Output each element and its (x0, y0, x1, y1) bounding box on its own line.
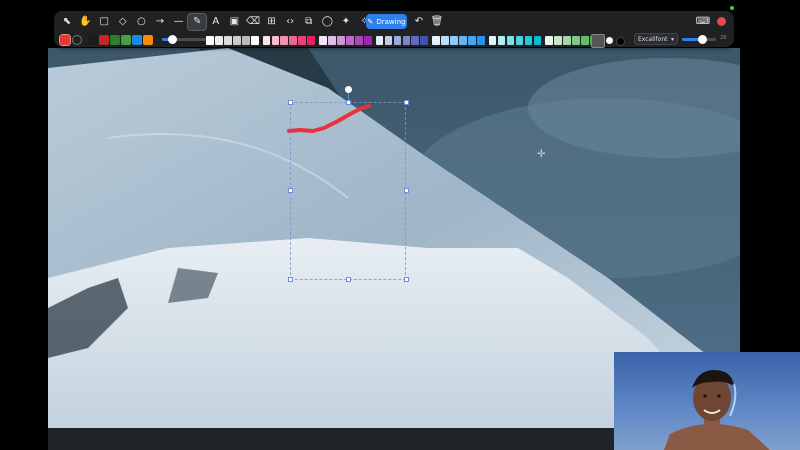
palette-swatch[interactable] (524, 36, 533, 45)
trash-icon[interactable]: 🗑 (428, 14, 446, 30)
chevron-down-icon: ▾ (670, 36, 674, 43)
quick-color-swatch[interactable] (59, 34, 71, 46)
palette-swatch[interactable] (214, 36, 223, 45)
tool-row: ⬉ ✋ □ ◇ ○ → — ✎ A ▣ ⌫ ⊞ ‹› ⧉ ◯ ✦ ✧ (58, 13, 374, 31)
person-on-webcam (664, 370, 770, 450)
palette-swatch[interactable] (354, 36, 363, 45)
drawing-mode-label: Drawing (376, 17, 406, 26)
palette-swatch[interactable] (554, 36, 562, 45)
palette-swatch[interactable] (497, 36, 506, 45)
palette-swatch[interactable] (459, 36, 467, 45)
code-icon[interactable]: ‹› (281, 14, 299, 30)
palette-swatch[interactable] (280, 36, 289, 45)
palette-swatch[interactable] (206, 36, 214, 45)
drawing-mode-button[interactable]: ✎ Drawing (366, 14, 407, 29)
shapes-icon[interactable]: ⧉ (300, 14, 318, 30)
grid-icon[interactable]: ⊞ (263, 14, 281, 30)
pen-icon[interactable]: ✎ (187, 13, 208, 31)
palette-swatch[interactable] (515, 36, 524, 45)
palette-swatch[interactable] (545, 36, 553, 45)
background-toggle[interactable] (591, 34, 605, 48)
palette-swatch[interactable] (572, 36, 580, 45)
palette-swatch[interactable] (402, 36, 411, 45)
palette-swatch[interactable] (432, 36, 440, 45)
undo-icon[interactable]: ↶ (410, 14, 428, 30)
black-color-button[interactable] (616, 37, 625, 46)
color-palette (206, 36, 602, 46)
drawing-toolbar: ⬉ ✋ □ ◇ ○ → — ✎ A ▣ ⌫ ⊞ ‹› ⧉ ◯ ✦ ✧ ✎ Drawing ↶ 🗑 ⌨ Excal… (54, 11, 734, 48)
palette-swatch[interactable] (250, 36, 259, 45)
palette-swatch[interactable] (232, 36, 241, 45)
font-size-value: 28 (720, 35, 727, 41)
hand-icon[interactable]: ✋ (77, 14, 95, 30)
font-family-select[interactable]: Excalifont ▾ (634, 33, 678, 45)
palette-swatch[interactable] (441, 36, 449, 45)
pen-small-icon: ✎ (367, 17, 374, 26)
keyboard-icon[interactable]: ⌨ (694, 14, 712, 30)
palette-swatch[interactable] (337, 36, 345, 45)
quick-color-swatch[interactable] (132, 35, 142, 45)
palette-swatch[interactable] (241, 36, 250, 45)
palette-swatch[interactable] (506, 36, 515, 45)
palette-swatch[interactable] (363, 36, 372, 45)
status-dot (730, 6, 734, 10)
crosshair-cursor-icon: ✛ (537, 149, 546, 160)
comment-icon[interactable]: ◯ (318, 14, 336, 30)
font-size-slider[interactable] (682, 35, 716, 44)
stroke-width-slider-knob[interactable] (168, 35, 178, 44)
arrow-icon[interactable]: → (151, 14, 169, 30)
palette-swatch[interactable] (271, 36, 280, 45)
palette-swatch[interactable] (262, 36, 271, 45)
magic-icon[interactable]: ✦ (337, 14, 355, 30)
close-button[interactable] (717, 17, 726, 26)
palette-swatch[interactable] (223, 36, 232, 45)
quick-color-swatch[interactable] (143, 35, 153, 45)
palette-swatch[interactable] (345, 36, 354, 45)
palette-swatch[interactable] (411, 36, 420, 45)
palette-swatch[interactable] (581, 36, 589, 45)
line-icon[interactable]: — (170, 14, 188, 30)
palette-swatch[interactable] (319, 36, 327, 45)
palette-swatch[interactable] (328, 36, 336, 45)
ellipse-icon[interactable]: ○ (132, 14, 150, 30)
palette-swatch[interactable] (420, 36, 429, 45)
rotate-handle[interactable] (345, 86, 352, 93)
font-size-slider-knob[interactable] (698, 35, 708, 44)
palette-swatch[interactable] (375, 36, 384, 45)
palette-swatch[interactable] (563, 36, 571, 45)
palette-swatch[interactable] (533, 36, 542, 45)
palette-swatch[interactable] (384, 36, 393, 45)
palette-swatch[interactable] (468, 36, 476, 45)
resize-handle-top-left[interactable] (288, 100, 293, 105)
quick-color-swatch[interactable] (121, 35, 131, 45)
resize-handle-bottom-left[interactable] (288, 277, 293, 282)
rectangle-icon[interactable]: □ (95, 14, 113, 30)
eraser-icon[interactable]: ⌫ (244, 14, 262, 30)
resize-handle-top[interactable] (346, 100, 351, 105)
webcam-overlay (614, 352, 800, 450)
resize-handle-top-right[interactable] (404, 100, 409, 105)
image-icon[interactable]: ▣ (225, 14, 243, 30)
text-icon[interactable]: A (207, 14, 225, 30)
palette-swatch[interactable] (298, 36, 307, 45)
selection-box[interactable] (290, 102, 406, 280)
palette-swatch[interactable] (393, 36, 402, 45)
resize-handle-right[interactable] (404, 188, 409, 193)
diamond-icon[interactable]: ◇ (114, 14, 132, 30)
resize-handle-left[interactable] (288, 188, 293, 193)
quick-color-swatch[interactable] (110, 35, 120, 45)
white-color-button[interactable] (606, 37, 613, 44)
palette-swatch[interactable] (450, 36, 458, 45)
resize-handle-bottom-right[interactable] (404, 277, 409, 282)
quick-color-swatch[interactable] (72, 35, 82, 45)
palette-swatch[interactable] (488, 36, 497, 45)
font-family-value: Excalifont (638, 35, 668, 43)
palette-swatch[interactable] (307, 36, 316, 45)
resize-handle-bottom[interactable] (346, 277, 351, 282)
quick-color-swatch[interactable] (99, 35, 109, 45)
palette-swatch[interactable] (289, 36, 298, 45)
quick-color-swatch[interactable] (88, 35, 98, 45)
pointer-icon[interactable]: ⬉ (58, 14, 76, 30)
palette-swatch[interactable] (476, 36, 485, 45)
